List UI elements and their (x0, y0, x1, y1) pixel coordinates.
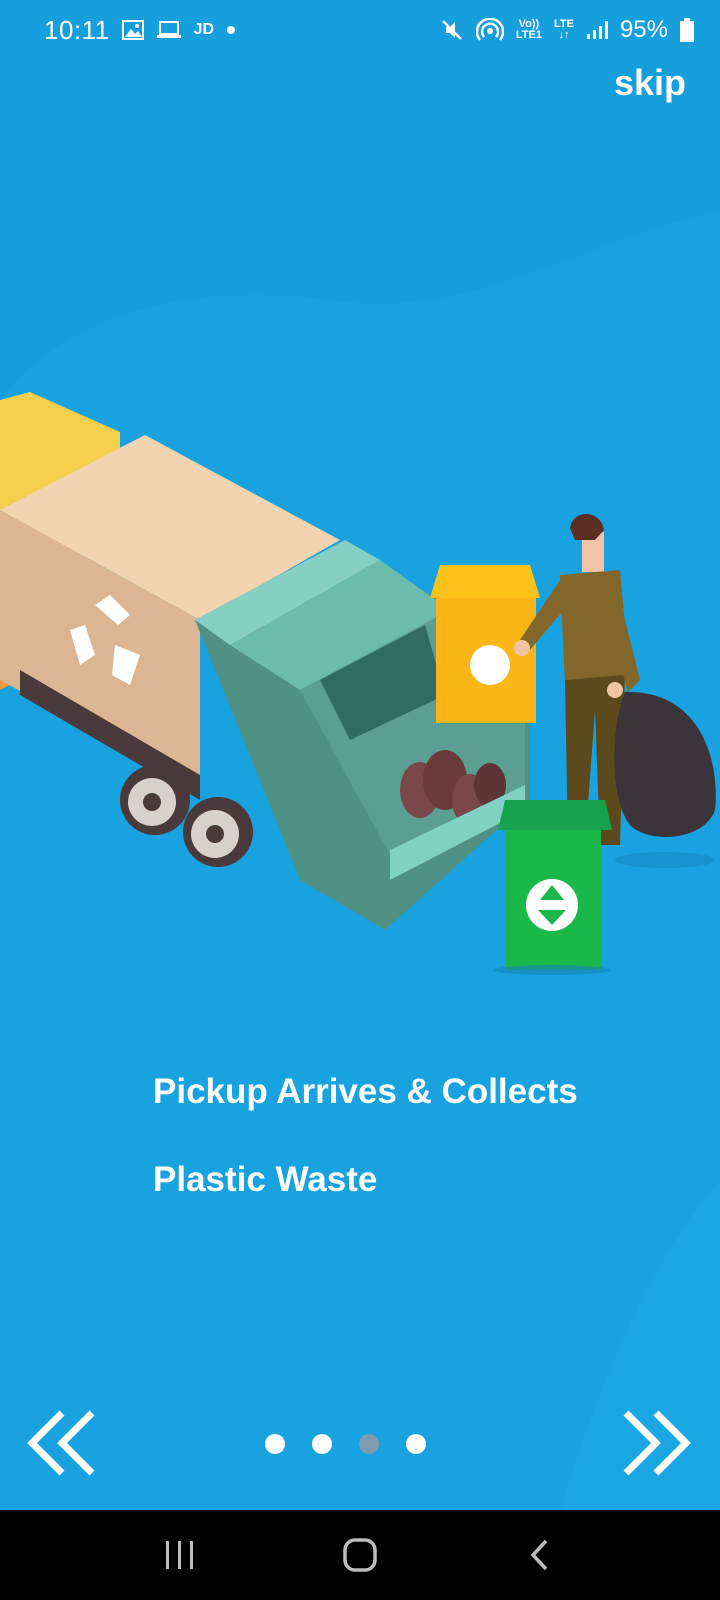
battery-icon (680, 18, 694, 42)
double-chevron-left-icon (27, 1410, 95, 1476)
recents-icon (166, 1541, 193, 1569)
page-indicator (265, 1434, 426, 1454)
notification-dot-icon (226, 25, 236, 35)
garbage-truck-illustration (0, 392, 716, 975)
carrier-label: JD (193, 21, 215, 38)
back-icon (530, 1539, 548, 1571)
network-type-label: LTE ↓↑ (553, 18, 574, 41)
page-dot[interactable] (406, 1434, 426, 1454)
laptop-icon (156, 20, 182, 40)
status-right: Vo)) LTE1 LTE ↓↑ 95% (440, 16, 694, 44)
onboarding-title-line-1: Pickup Arrives & Collects (153, 1072, 578, 1111)
home-button[interactable] (330, 1525, 390, 1585)
status-bar: 10:11 JD Vo)) LTE1 LTE ↓↑ 95% (0, 0, 720, 60)
page-dot-active[interactable] (359, 1434, 379, 1454)
skip-button[interactable]: skip (614, 62, 686, 104)
double-chevron-right-icon (623, 1410, 691, 1476)
previous-button[interactable] (26, 1408, 100, 1478)
green-bin (494, 800, 612, 975)
home-icon (343, 1538, 377, 1572)
back-button[interactable] (510, 1525, 570, 1585)
recents-button[interactable] (150, 1525, 210, 1585)
gallery-icon (121, 20, 144, 40)
onboarding-title: Pickup Arrives & Collects Plastic Waste (153, 1048, 673, 1224)
status-time: 10:11 (44, 14, 110, 45)
page-dot[interactable] (265, 1434, 285, 1454)
hotspot-icon (475, 18, 504, 42)
volte-label: Vo)) LTE1 (515, 18, 542, 41)
mute-icon (440, 18, 464, 42)
page-dot[interactable] (312, 1434, 332, 1454)
status-left: 10:11 JD (44, 15, 236, 46)
battery-percent: 95% (619, 16, 668, 43)
onboarding-nav (0, 1400, 720, 1490)
onboarding-title-line-2: Plastic Waste (153, 1160, 378, 1199)
system-navigation-bar (0, 1510, 720, 1600)
signal-icon (586, 20, 608, 40)
next-button[interactable] (618, 1408, 692, 1478)
